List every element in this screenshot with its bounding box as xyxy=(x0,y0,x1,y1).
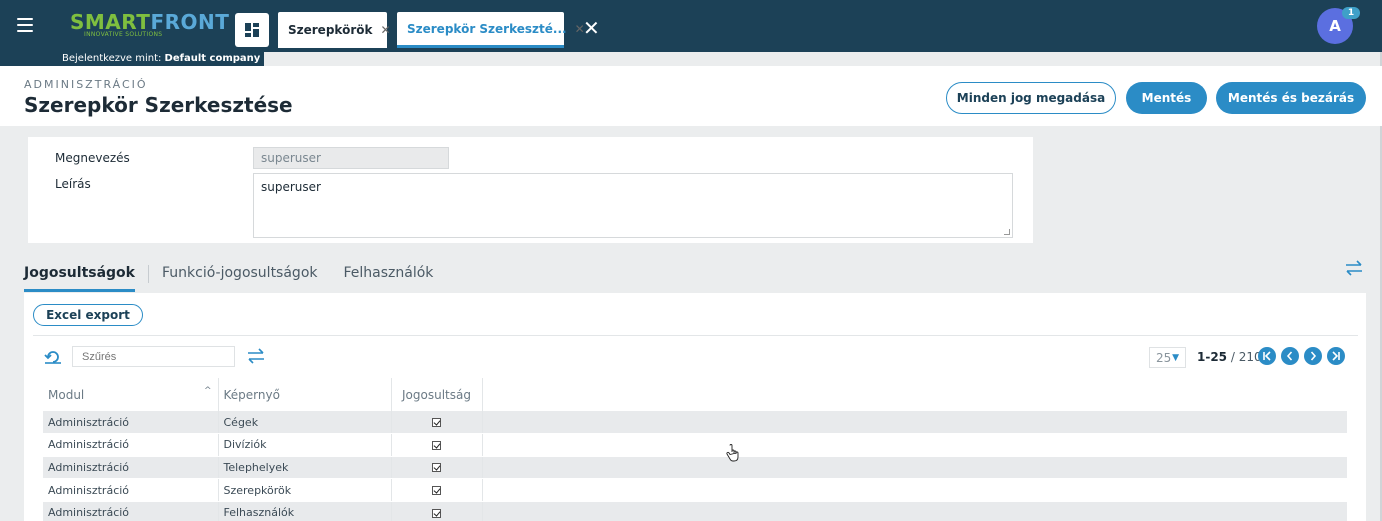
cell-screen: Szerepkörök xyxy=(218,478,392,502)
column-header-jogosultsag[interactable]: Jogosultság xyxy=(391,378,483,411)
top-bar: SMARTFRONT INNOVATIVE SOLUTIONS Szerepkö… xyxy=(0,0,1382,52)
save-button[interactable]: Mentés xyxy=(1126,82,1207,114)
chevron-right-icon xyxy=(1310,351,1317,361)
cell-screen: Telephelyek xyxy=(218,456,392,480)
sort-asc-icon[interactable]: ^ xyxy=(204,386,212,396)
tab-separator xyxy=(148,265,149,283)
table-header-row: Modul ^ Képernyő Jogosultság xyxy=(43,378,1347,411)
tab-label: Szerepkörök xyxy=(288,23,373,37)
column-header-modul[interactable]: Modul ^ xyxy=(43,378,219,411)
description-value: superuser xyxy=(261,180,321,194)
permission-checkbox[interactable] xyxy=(432,418,441,428)
tab-funkcio-jogosultsagok[interactable]: Funkció-jogosultságok xyxy=(162,265,318,289)
permissions-panel: Excel export 25 ▼ 1-25 / 210 xyxy=(24,293,1366,521)
cell-modul: Adminisztráció xyxy=(43,478,219,502)
company-name: Default company xyxy=(164,53,261,64)
cell-permission xyxy=(391,433,483,457)
page-size-value: 25 xyxy=(1156,350,1172,365)
cell-modul: Adminisztráció xyxy=(43,456,219,480)
table-row[interactable]: Adminisztráció Divíziók xyxy=(43,433,1347,457)
cell-permission xyxy=(391,456,483,480)
cell-screen: Felhasználók xyxy=(218,501,392,521)
cell-filler xyxy=(482,478,1347,502)
column-label: Képernyő xyxy=(223,387,280,402)
column-label: Jogosultság xyxy=(402,387,471,402)
first-page-icon xyxy=(1263,351,1271,361)
next-page-button[interactable] xyxy=(1304,347,1322,365)
close-tab-icon[interactable]: ✕ xyxy=(380,23,390,37)
tab-felhasznalok[interactable]: Felhasználók xyxy=(344,265,434,289)
swap-arrows-icon[interactable] xyxy=(1344,260,1364,280)
divider xyxy=(33,335,1358,336)
prev-page-button[interactable] xyxy=(1281,347,1299,365)
logo-tagline: INNOVATIVE SOLUTIONS xyxy=(84,31,163,38)
last-page-icon xyxy=(1332,351,1340,361)
mouse-pointer-icon xyxy=(726,444,740,466)
dashboard-button[interactable] xyxy=(235,13,269,47)
breadcrumb: ADMINISZTRÁCIÓ xyxy=(24,78,148,91)
table-row[interactable]: Adminisztráció Szerepkörök xyxy=(43,478,1347,502)
close-all-tabs-icon[interactable]: ✕ xyxy=(583,18,600,38)
filter-input[interactable] xyxy=(72,346,235,367)
description-label: Leírás xyxy=(55,177,91,191)
grant-all-button[interactable]: Minden jog megadása xyxy=(946,82,1116,114)
cell-screen: Cégek xyxy=(218,411,392,435)
pager-range: 1-25 xyxy=(1197,350,1228,364)
cell-modul: Adminisztráció xyxy=(43,501,219,521)
cell-filler xyxy=(482,501,1347,521)
tab-jogosultsagok[interactable]: Jogosultságok xyxy=(24,265,135,292)
section-tabs: Jogosultságok Funkció-jogosultságok Felh… xyxy=(24,265,433,293)
cell-permission xyxy=(391,478,483,502)
role-form: Megnevezés superuser Leírás superuser xyxy=(28,137,1033,243)
page-title: Szerepkör Szerkesztése xyxy=(24,93,293,117)
excel-export-button[interactable]: Excel export xyxy=(33,304,143,326)
tab-label: Szerepkör Szerkeszté... xyxy=(407,21,567,36)
first-page-button[interactable] xyxy=(1258,347,1276,365)
pager-info: 1-25 / 210 xyxy=(1197,350,1262,364)
swap-columns-icon[interactable] xyxy=(246,348,266,368)
chevron-left-icon xyxy=(1286,351,1293,361)
cell-permission xyxy=(391,501,483,521)
column-header-filler xyxy=(482,378,1347,411)
chevron-down-icon: ▼ xyxy=(1172,352,1179,363)
permission-checkbox[interactable] xyxy=(432,508,441,518)
pager-total: / 210 xyxy=(1230,350,1262,364)
column-header-kepernyo[interactable]: Képernyő xyxy=(218,378,392,411)
logged-in-banner: Bejelentkezve mint: Default company xyxy=(0,52,264,66)
logged-in-prefix: Bejelentkezve mint: xyxy=(62,53,165,64)
resize-handle-icon[interactable] xyxy=(1004,229,1010,235)
column-label: Modul xyxy=(48,387,85,402)
notification-badge: 1 xyxy=(1342,7,1360,19)
cell-screen: Divíziók xyxy=(218,433,392,457)
hamburger-menu-icon[interactable] xyxy=(17,18,33,32)
name-label: Megnevezés xyxy=(55,151,130,165)
cell-filler xyxy=(482,456,1347,480)
tab-szerepkorok[interactable]: Szerepkörök ✕ xyxy=(278,12,391,48)
permission-checkbox[interactable] xyxy=(432,440,441,450)
dashboard-icon xyxy=(245,23,259,37)
permissions-table: Modul ^ Képernyő Jogosultság Adminisztrác… xyxy=(43,378,1347,521)
last-page-button[interactable] xyxy=(1327,347,1345,365)
description-field[interactable]: superuser xyxy=(253,173,1013,238)
cell-modul: Adminisztráció xyxy=(43,411,219,435)
logo[interactable]: SMARTFRONT INNOVATIVE SOLUTIONS xyxy=(70,11,229,38)
tab-szerepkor-szerkesztese[interactable]: Szerepkör Szerkeszté... ✕ xyxy=(397,12,585,48)
table-row[interactable]: Adminisztráció Telephelyek xyxy=(43,456,1347,480)
permission-checkbox[interactable] xyxy=(432,463,441,473)
save-and-close-button[interactable]: Mentés és bezárás xyxy=(1216,82,1366,114)
cell-filler xyxy=(482,411,1347,435)
page-size-select[interactable]: 25 ▼ xyxy=(1149,347,1186,368)
name-field[interactable]: superuser xyxy=(253,147,449,169)
table-row[interactable]: Adminisztráció Cégek xyxy=(43,411,1347,435)
cell-filler xyxy=(482,433,1347,457)
page-header: ADMINISZTRÁCIÓ Szerepkör Szerkesztése Mi… xyxy=(0,66,1382,126)
cell-permission xyxy=(391,411,483,435)
table-row[interactable]: Adminisztráció Felhasználók xyxy=(43,501,1347,521)
cell-modul: Adminisztráció xyxy=(43,433,219,457)
permission-checkbox[interactable] xyxy=(432,486,441,496)
refresh-icon[interactable] xyxy=(44,348,62,368)
